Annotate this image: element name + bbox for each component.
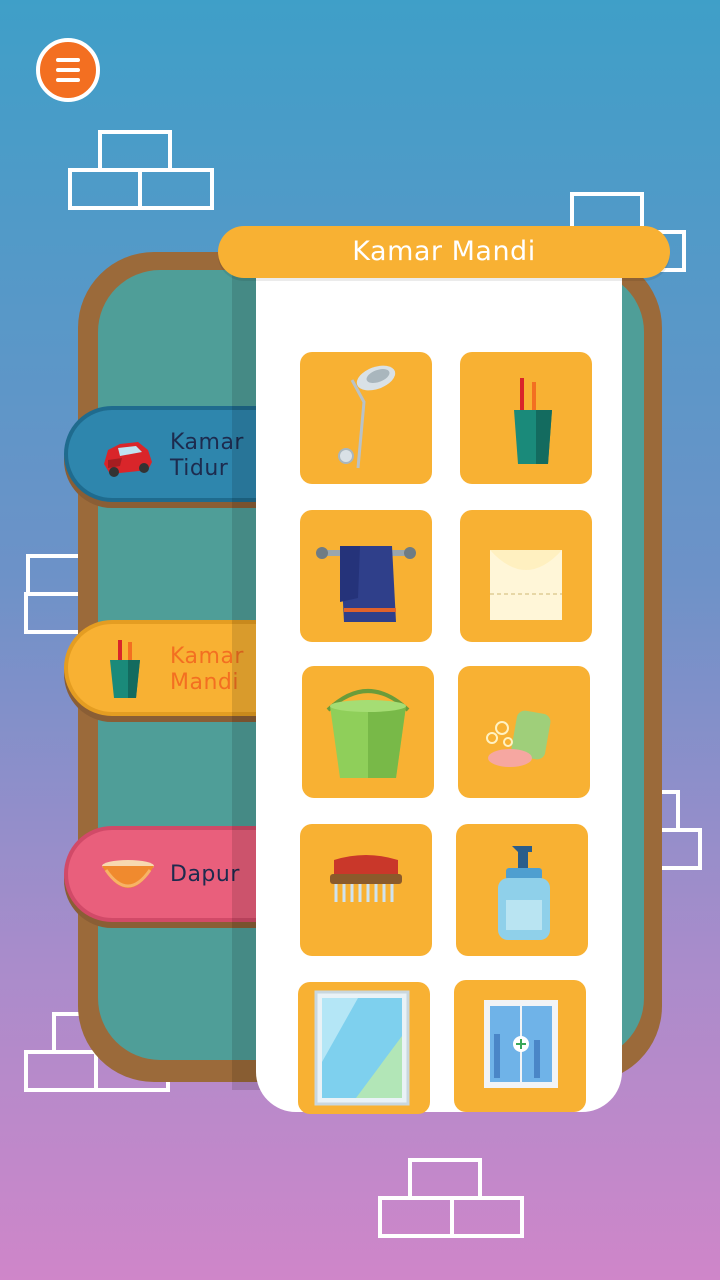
- item-tile-soap[interactable]: [458, 666, 590, 798]
- toothbrush-cup-icon: [110, 640, 140, 698]
- title-bar: Kamar Mandi: [218, 226, 670, 278]
- item-tile-brush[interactable]: [300, 824, 432, 956]
- page-title: Kamar Mandi: [352, 236, 536, 267]
- soap-icon: [486, 710, 551, 767]
- item-tile-shower[interactable]: [300, 352, 432, 484]
- soap-dispenser-icon: [498, 846, 550, 940]
- bathroom-cabinet-icon: [484, 1000, 558, 1088]
- item-tile-toothbrush-cup[interactable]: [460, 352, 592, 484]
- item-panel: [256, 260, 622, 1114]
- car-icon: [104, 442, 152, 477]
- hamburger-icon-bar: [56, 68, 80, 72]
- item-tile-tissue[interactable]: [460, 510, 592, 642]
- toothbrush-cup-icon: [514, 378, 552, 464]
- mirror-icon: [314, 990, 410, 1106]
- towel-icon: [316, 546, 416, 622]
- item-tile-dispenser[interactable]: [456, 824, 588, 956]
- scrub-brush-icon: [330, 855, 402, 902]
- item-tile-mirror[interactable]: [298, 982, 430, 1114]
- bucket-icon: [326, 689, 410, 778]
- shower-head-icon: [338, 365, 396, 469]
- item-tile-towel[interactable]: [300, 510, 432, 642]
- item-tile-cabinet[interactable]: [454, 980, 586, 1112]
- hamburger-icon-bar: [56, 78, 80, 82]
- tissue-box-icon: [490, 550, 562, 620]
- tab-label-line1: Dapur: [170, 862, 240, 887]
- hamburger-icon-bar: [56, 58, 80, 62]
- bowl-icon: [102, 860, 154, 888]
- menu-button[interactable]: [36, 38, 100, 102]
- item-tile-bucket[interactable]: [302, 666, 434, 798]
